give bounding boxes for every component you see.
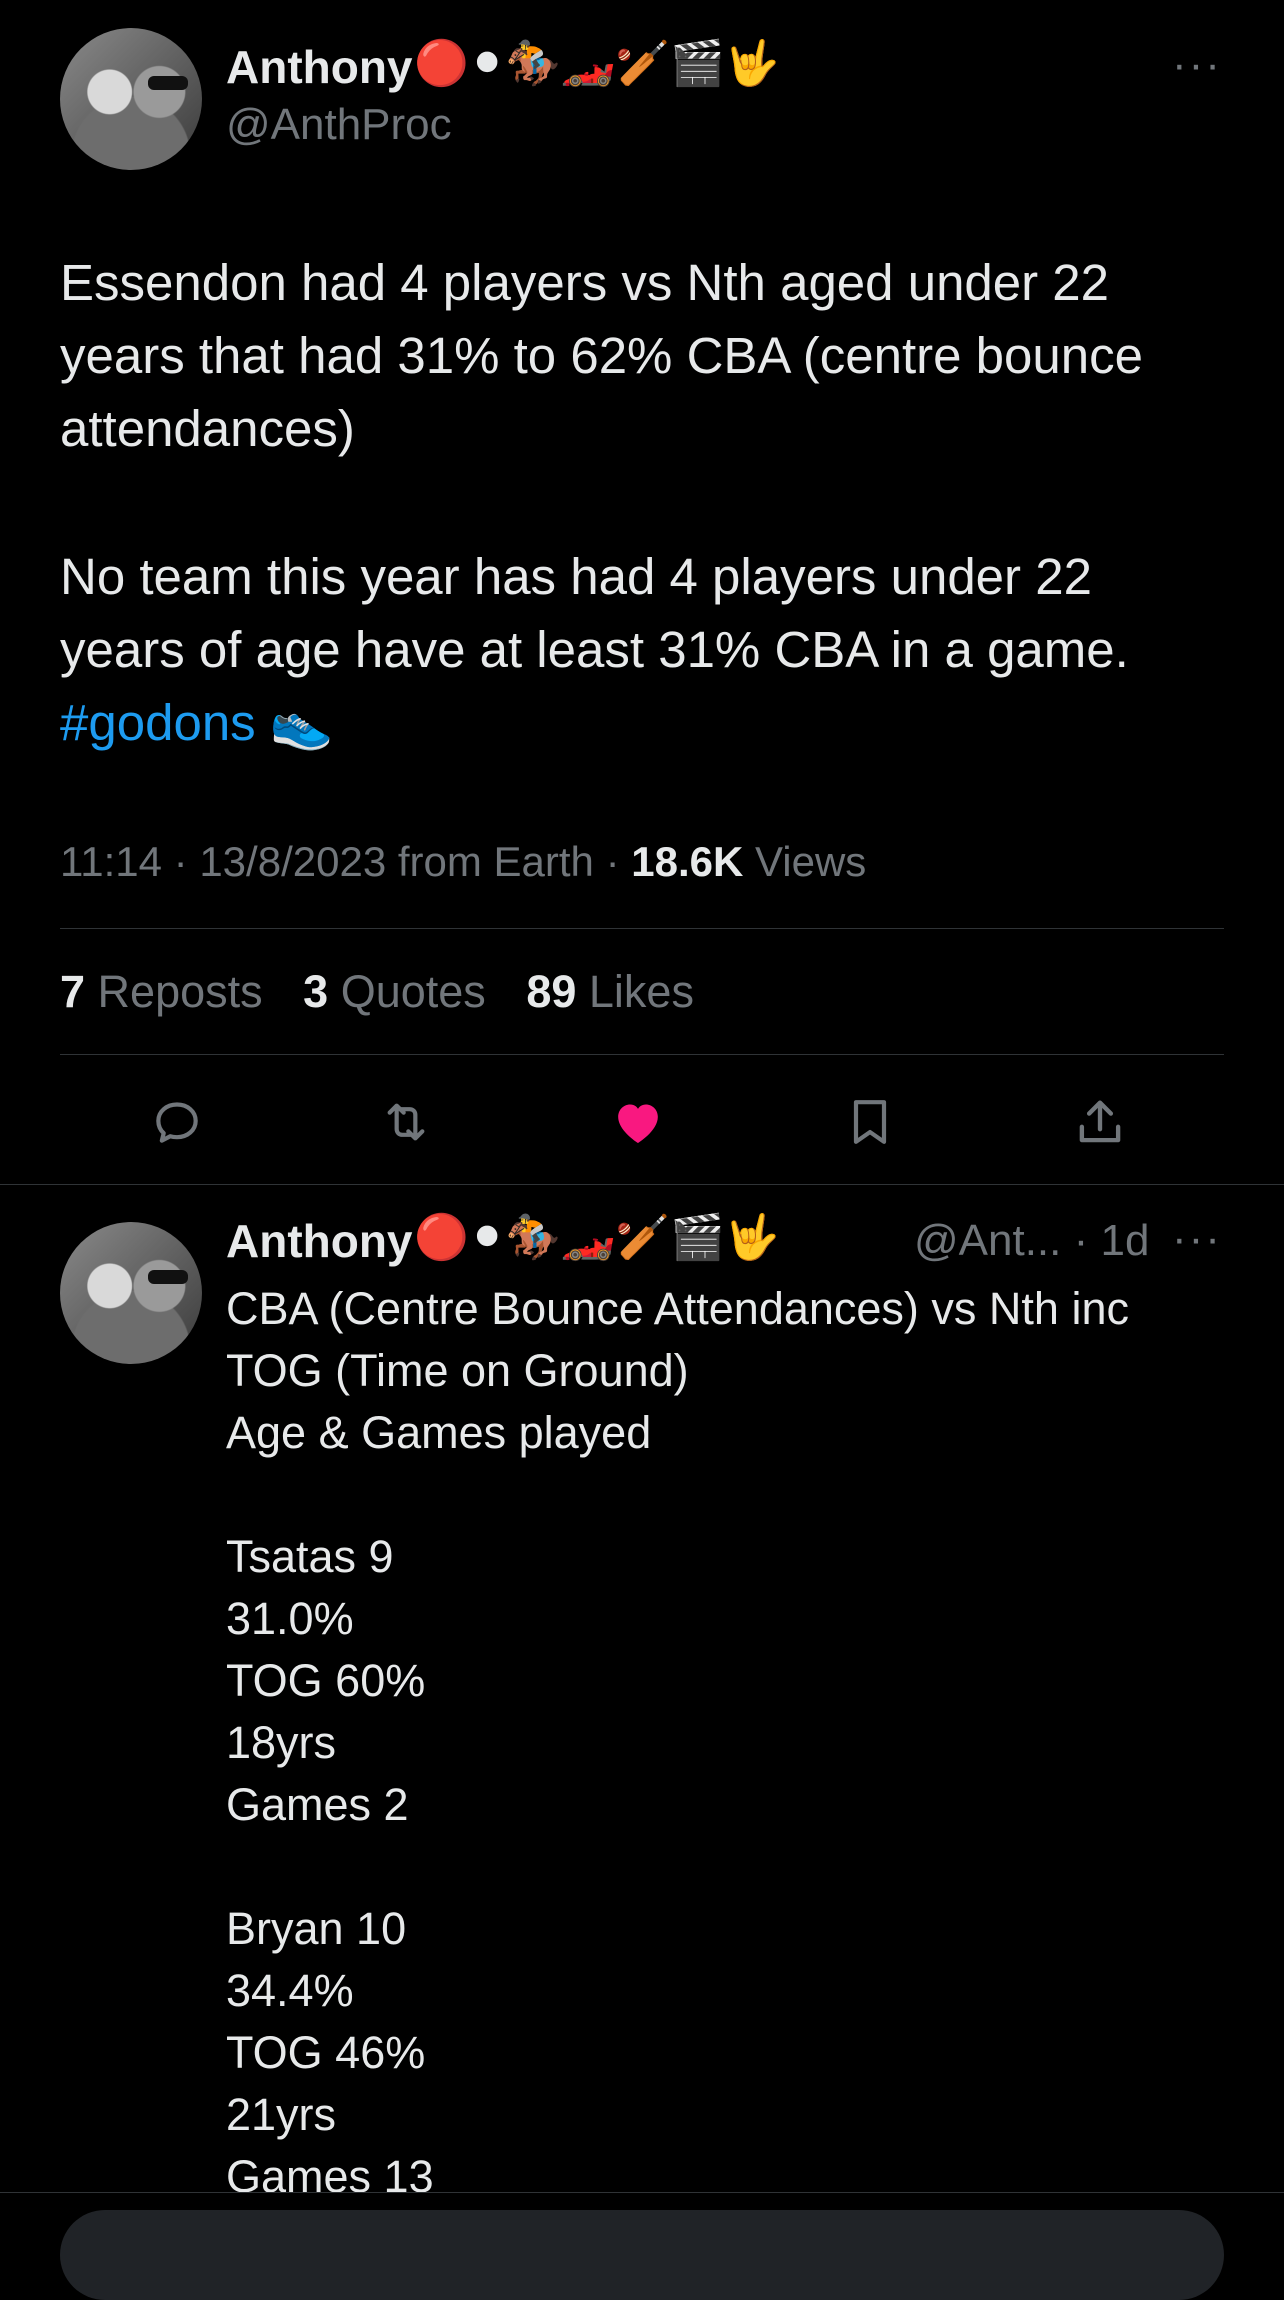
tweet-meta: 11:14 · 13/8/2023 from Earth · 18.6K Vie…	[60, 838, 867, 885]
hashtag-link[interactable]: #godons	[60, 694, 256, 751]
tweet-source: from Earth	[397, 838, 594, 885]
main-tweet-paragraph-1: Essendon had 4 players vs Nth aged under…	[60, 254, 1144, 457]
share-icon	[1079, 1100, 1121, 1143]
reposts-stat[interactable]: 7 Reposts	[60, 966, 263, 1017]
quotes-label: Quotes	[340, 966, 486, 1017]
reply-button[interactable]	[145, 1090, 209, 1154]
main-name-emojis: 🔴⚫🏇🏎️🏏🎬🤟	[414, 39, 780, 88]
divider-stats	[60, 1054, 1224, 1055]
divider-compose	[0, 2192, 1284, 2193]
main-display-name[interactable]: Anthony	[226, 40, 413, 94]
main-tweet-paragraph-2: No team this year has had 4 players unde…	[60, 540, 1230, 759]
main-tweet-paragraph-2-text: No team this year has had 4 players unde…	[60, 548, 1129, 678]
quotes-count: 3	[303, 966, 329, 1017]
like-icon	[618, 1104, 658, 1143]
reply-display-name[interactable]: Anthony	[226, 1214, 413, 1268]
engagement-stats: 7 Reposts 3 Quotes 89 Likes	[60, 966, 722, 1018]
reposts-count: 7	[60, 966, 86, 1017]
main-avatar[interactable]	[60, 28, 202, 170]
likes-label: Likes	[588, 966, 694, 1017]
reply-more-icon[interactable]: ···	[1172, 1214, 1222, 1264]
reply-tweet-text: CBA (Centre Bounce Attendances) vs Nth i…	[226, 1283, 1129, 2202]
main-handle[interactable]: @AnthProc	[226, 100, 452, 150]
tweet-time[interactable]: 11:14	[60, 838, 162, 885]
reposts-label: Reposts	[97, 966, 263, 1017]
reply-icon	[156, 1102, 198, 1143]
reply-avatar[interactable]	[60, 1222, 202, 1364]
reply-handle-text[interactable]: @Ant...	[914, 1216, 1061, 1265]
reply-name-emojis: 🔴⚫🏇🏎️🏏🎬🤟	[414, 1213, 780, 1262]
views-count: 18.6K	[631, 838, 744, 885]
tweet-date[interactable]: 13/8/2023	[199, 838, 386, 885]
reply-age[interactable]: · 1d	[1074, 1216, 1150, 1265]
bookmark-button[interactable]	[838, 1090, 902, 1154]
reply-handle: @Ant... · 1d	[914, 1216, 1149, 1266]
repost-button[interactable]	[374, 1090, 438, 1154]
reply-compose-bar[interactable]	[60, 2210, 1224, 2300]
like-button[interactable]	[606, 1090, 670, 1154]
quotes-stat[interactable]: 3 Quotes	[303, 966, 486, 1017]
views-label: Views	[755, 838, 867, 885]
share-button[interactable]	[1068, 1090, 1132, 1154]
divider-actions	[0, 1184, 1284, 1185]
divider-meta	[60, 928, 1224, 929]
likes-stat[interactable]: 89 Likes	[526, 966, 694, 1017]
bookmark-icon	[853, 1100, 887, 1144]
hashtag-emoji: 👟	[269, 694, 334, 751]
main-more-icon[interactable]: ···	[1172, 40, 1222, 90]
likes-count: 89	[526, 966, 577, 1017]
repost-icon	[387, 1103, 425, 1141]
